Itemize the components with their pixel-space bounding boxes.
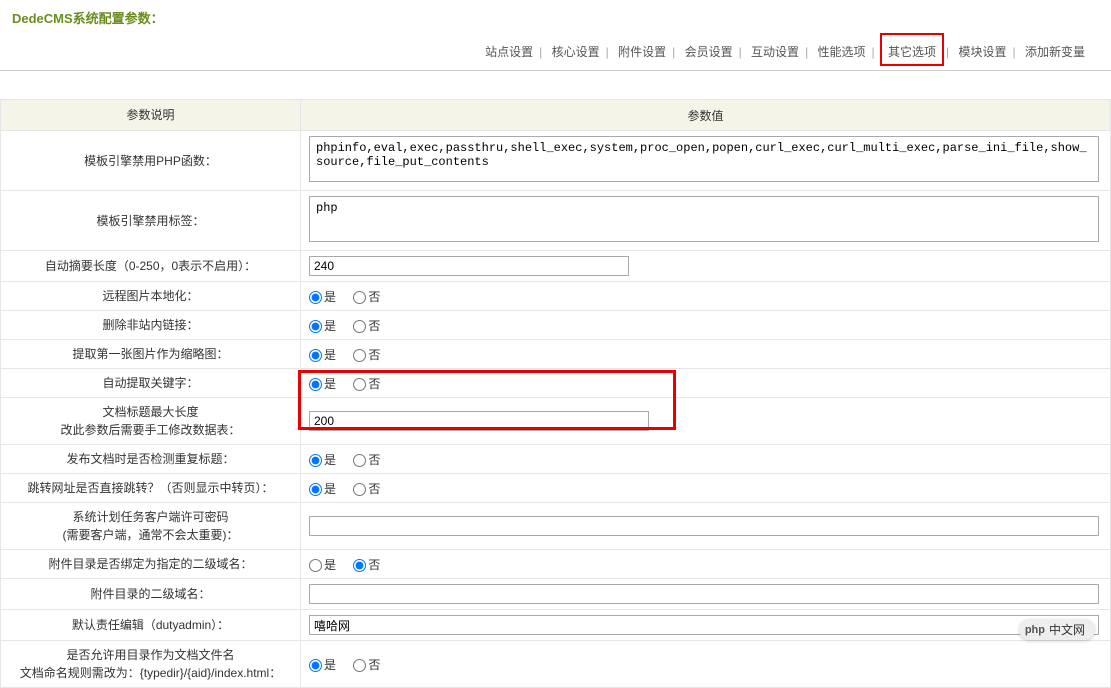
first-thumb-yes[interactable]: 是 [309, 348, 336, 362]
tab-module[interactable]: 模块设置 [955, 39, 1011, 64]
row-doc-title-len-label: 文档标题最大长度 改此参数后需要手工修改数据表： [1, 398, 301, 445]
row-duty-admin-label: 默认责任编辑（dutyadmin）： [1, 610, 301, 641]
tab-core[interactable]: 核心设置 [548, 39, 604, 64]
jump-url-yes[interactable]: 是 [309, 482, 336, 496]
row-auto-abstract-label: 自动摘要长度（0-250，0表示不启用）： [1, 251, 301, 282]
jump-url-no[interactable]: 否 [353, 482, 380, 496]
remote-img-no[interactable]: 否 [353, 290, 380, 304]
duty-admin-input[interactable] [309, 615, 1099, 635]
row-task-pwd-label: 系统计划任务客户端许可密码 (需要客户端，通常不会太重要)： [1, 503, 301, 550]
dup-title-no[interactable]: 否 [353, 453, 380, 467]
row-jump-url-label: 跳转网址是否直接跳转？（否则显示中转页）： [1, 474, 301, 503]
row-attach-domain-bind-label: 附件目录是否绑定为指定的二级域名： [1, 550, 301, 579]
attach-domain-input[interactable] [309, 584, 1099, 604]
row-attach-domain-label: 附件目录的二级域名： [1, 579, 301, 610]
task-pwd-input[interactable] [309, 516, 1099, 536]
col-header-desc: 参数说明 [1, 100, 301, 131]
dir-as-file-yes[interactable]: 是 [309, 658, 336, 672]
row-remote-img-label: 远程图片本地化： [1, 282, 301, 311]
del-outlink-no[interactable]: 否 [353, 319, 380, 333]
doc-title-len-input[interactable] [309, 411, 649, 431]
tab-addvar[interactable]: 添加新变量 [1021, 39, 1089, 64]
auto-abstract-input[interactable] [309, 256, 629, 276]
row-del-outlink-label: 删除非站内链接： [1, 311, 301, 340]
tab-member[interactable]: 会员设置 [681, 39, 737, 64]
col-header-val: 参数值 [301, 100, 1111, 131]
tab-other[interactable]: 其它选项 [880, 33, 944, 66]
row-dir-as-file-label: 是否允许用目录作为文档文件名 文档命名规则需改为：{typedir}/{aid}… [1, 641, 301, 688]
row-auto-keyword-label: 自动提取关键字： [1, 369, 301, 398]
tab-site[interactable]: 站点设置 [481, 39, 537, 64]
tab-perf[interactable]: 性能选项 [814, 39, 870, 64]
logo-badge: php 中文网 [1019, 619, 1095, 640]
dir-as-file-no[interactable]: 否 [353, 658, 380, 672]
row-tpl-php-label: 模板引擎禁用PHP函数： [1, 131, 301, 191]
config-table: 参数说明 参数值 模板引擎禁用PHP函数： 模板引擎禁用标签： 自动摘要长度（0… [0, 99, 1111, 688]
logo-text-php: php [1025, 624, 1045, 636]
auto-keyword-no[interactable]: 否 [353, 377, 380, 391]
attach-domain-bind-no[interactable]: 否 [353, 558, 380, 572]
remote-img-yes[interactable]: 是 [309, 290, 336, 304]
del-outlink-yes[interactable]: 是 [309, 319, 336, 333]
first-thumb-no[interactable]: 否 [353, 348, 380, 362]
dup-title-yes[interactable]: 是 [309, 453, 336, 467]
tab-attach[interactable]: 附件设置 [614, 39, 670, 64]
row-first-thumb-label: 提取第一张图片作为缩略图： [1, 340, 301, 369]
tab-interact[interactable]: 互动设置 [747, 39, 803, 64]
auto-keyword-yes[interactable]: 是 [309, 377, 336, 391]
page-title: DedeCMS系统配置参数： [12, 8, 1099, 27]
tpl-php-input[interactable] [309, 136, 1099, 182]
attach-domain-bind-yes[interactable]: 是 [309, 558, 336, 572]
row-tpl-tag-label: 模板引擎禁用标签： [1, 191, 301, 251]
tabs-row: 站点设置| 核心设置| 附件设置| 会员设置| 互动设置| 性能选项| 其它选项… [12, 33, 1099, 66]
tpl-tag-input[interactable] [309, 196, 1099, 242]
logo-text-cn: 中文网 [1049, 621, 1085, 638]
row-dup-title-label: 发布文档时是否检测重复标题： [1, 445, 301, 474]
